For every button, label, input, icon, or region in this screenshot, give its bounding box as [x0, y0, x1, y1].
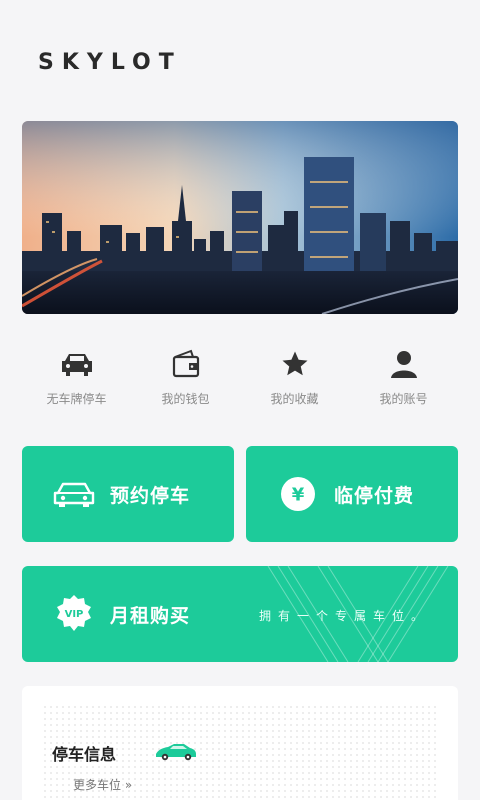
monthly-rental-tagline: 拥有一个专属车位。 — [258, 609, 430, 623]
quick-action-favorites[interactable]: 我的收藏 — [247, 346, 343, 416]
wallet-icon — [168, 346, 204, 382]
monthly-rental-card[interactable]: VIP 月租购买 拥有一个专属车位。 — [22, 566, 458, 662]
star-icon — [277, 346, 313, 382]
city-banner-image[interactable] — [22, 121, 458, 314]
temporary-parking-pay-title: 临停付费 — [334, 484, 415, 507]
car-outline-icon — [52, 472, 96, 516]
user-icon — [386, 346, 422, 382]
more-parking-link[interactable]: 更多车位 » — [73, 776, 132, 793]
yen-symbol: ¥ — [292, 485, 305, 506]
parking-info-title: 停车信息 — [52, 745, 117, 764]
green-car-icon — [154, 742, 198, 766]
quick-action-wallet[interactable]: 我的钱包 — [138, 346, 234, 416]
app-logo: SKYLOT — [38, 50, 182, 75]
reserve-parking-card[interactable]: 预约停车 — [22, 446, 234, 542]
quick-action-label: 无车牌停车 — [46, 392, 107, 406]
vip-badge-icon: VIP — [52, 592, 96, 636]
quick-actions: 无车牌停车 我的钱包 我的收藏 我的账号 — [22, 346, 458, 416]
yen-icon: ¥ — [276, 472, 320, 516]
car-icon — [59, 346, 95, 382]
vip-badge-text: VIP — [65, 609, 84, 620]
quick-action-account[interactable]: 我的账号 — [356, 346, 452, 416]
quick-action-label: 我的收藏 — [270, 392, 319, 406]
reserve-parking-title: 预约停车 — [110, 484, 191, 507]
quick-action-label: 我的账号 — [379, 392, 428, 406]
quick-action-label: 我的钱包 — [161, 392, 210, 406]
quick-action-no-plate-parking[interactable]: 无车牌停车 — [29, 346, 125, 416]
temporary-parking-pay-card[interactable]: ¥ 临停付费 — [246, 446, 458, 542]
monthly-rental-title: 月租购买 — [110, 604, 191, 627]
